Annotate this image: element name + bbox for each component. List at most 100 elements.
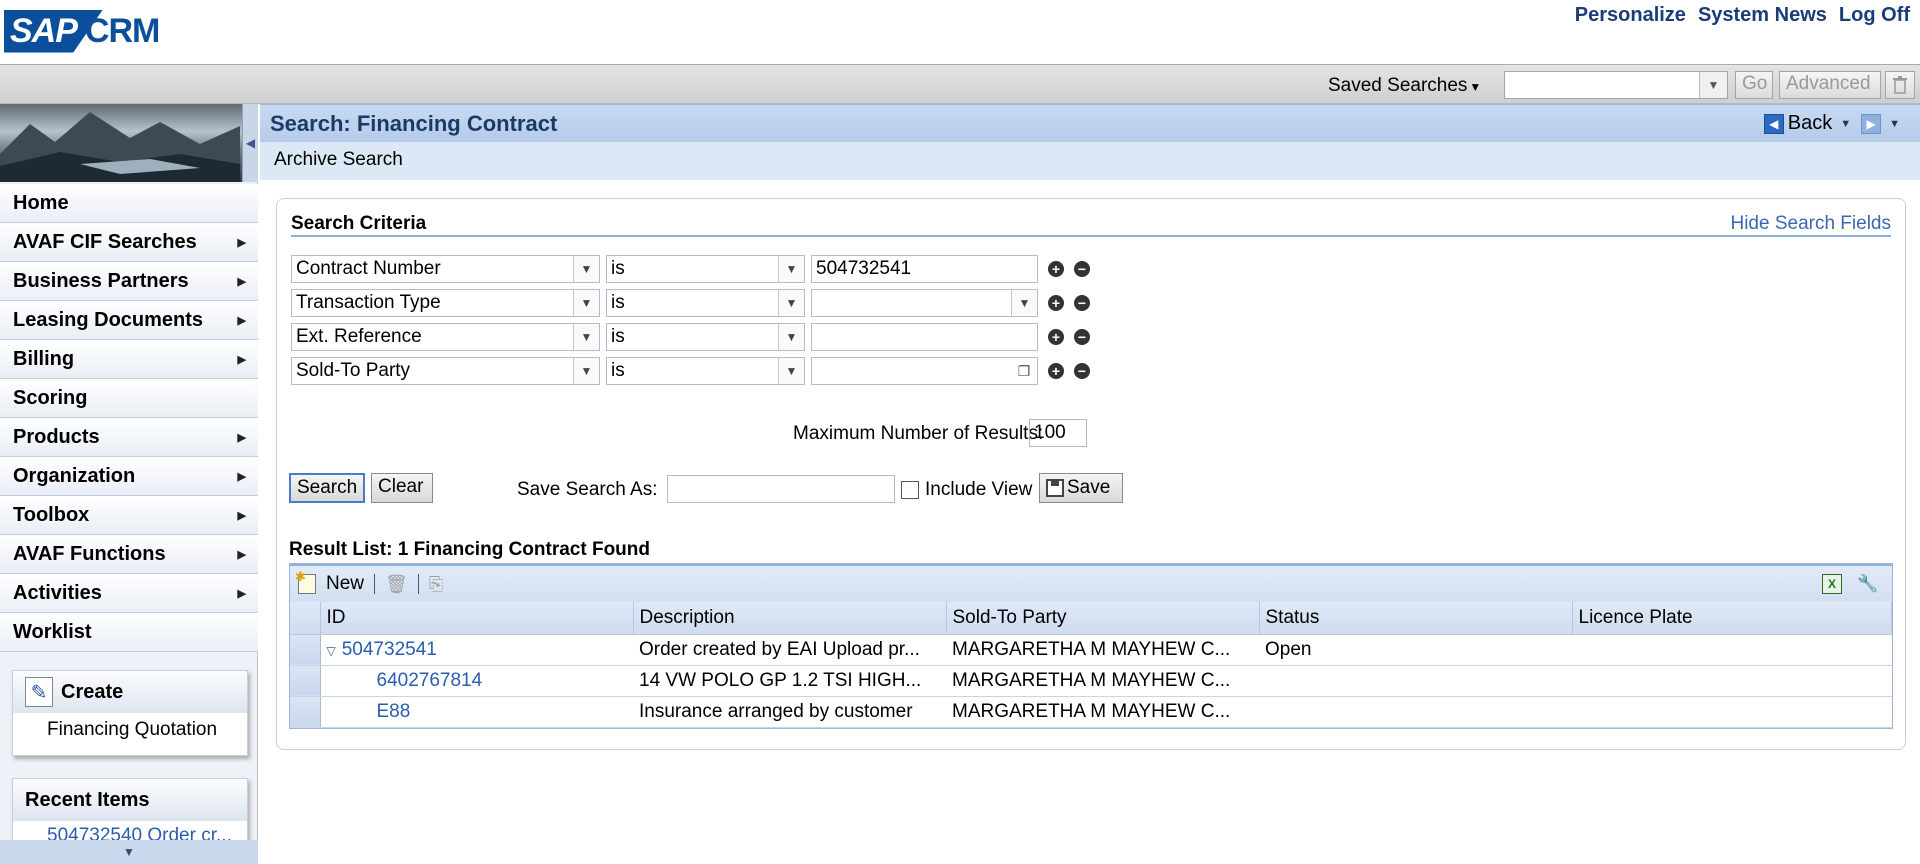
sidebar-item-avaf-cif-searches[interactable]: AVAF CIF Searches ▶ (0, 223, 258, 262)
chevron-down-icon[interactable]: ▼ (778, 358, 804, 384)
criteria-field-select[interactable]: Sold-To Party ▼ (291, 357, 600, 385)
sidebar-item-business-partners[interactable]: Business Partners ▶ (0, 262, 258, 301)
transaction-type-select[interactable]: ▼ (811, 289, 1038, 317)
sold-to-party-input[interactable]: ❐ (811, 357, 1038, 385)
sidebar-item-home[interactable]: Home (0, 184, 258, 223)
criteria-operator-select[interactable]: is ▼ (606, 323, 805, 351)
forward-arrow-icon[interactable]: ▶ (1861, 113, 1882, 134)
criteria-field-select[interactable]: Ext. Reference ▼ (291, 323, 600, 351)
criteria-field-select[interactable]: Contract Number ▼ (291, 255, 600, 283)
search-panel: Search Criteria Hide Search Fields Contr… (276, 198, 1906, 750)
chevron-down-icon[interactable]: ▼ (573, 324, 599, 350)
chevron-down-icon[interactable]: ▼ (778, 290, 804, 316)
chevron-down-icon[interactable]: ▼ (573, 290, 599, 316)
export-excel-icon[interactable]: X (1822, 574, 1842, 594)
select-all-column[interactable] (290, 602, 321, 635)
delete-icon[interactable]: 🗑 (385, 574, 408, 595)
create-financing-quotation-link[interactable]: Financing Quotation (13, 719, 247, 741)
table-row[interactable]: E88 Insurance arranged by customer MARGA… (290, 696, 1892, 728)
sidebar-item-billing[interactable]: Billing ▶ (0, 340, 258, 379)
sidebar-item-scoring[interactable]: Scoring (0, 379, 258, 418)
criteria-field-select[interactable]: Transaction Type ▼ (291, 289, 600, 317)
chevron-down-icon[interactable]: ▼ (1011, 290, 1037, 316)
remove-criteria-icon[interactable]: − (1074, 261, 1090, 277)
back-history-caret-icon[interactable]: ▼ (1840, 118, 1851, 130)
column-header-licence-plate[interactable]: Licence Plate (1572, 602, 1892, 635)
system-news-link[interactable]: System News (1698, 4, 1827, 27)
include-view-checkbox[interactable] (901, 481, 919, 499)
contract-number-input[interactable]: 504732541 (811, 255, 1038, 283)
sidebar-item-activities[interactable]: Activities ▶ (0, 574, 258, 613)
add-criteria-icon[interactable]: + (1048, 329, 1064, 345)
save-search-as-input[interactable] (667, 475, 895, 503)
saved-searches-dropdown[interactable]: ▼ (1504, 71, 1728, 99)
sold-to-party-cell: MARGARETHA M MAYHEW C... (946, 634, 1259, 666)
sidebar-item-products[interactable]: Products ▶ (0, 418, 258, 457)
row-selector[interactable] (290, 665, 321, 697)
add-criteria-icon[interactable]: + (1048, 295, 1064, 311)
back-arrow-icon[interactable]: ◀ (1763, 113, 1784, 134)
sidebar-scroll-down[interactable]: ▼ (0, 840, 258, 864)
new-button[interactable]: New (326, 573, 364, 595)
table-row[interactable]: 6402767814 14 VW POLO GP 1.2 TSI HIGH...… (290, 665, 1892, 697)
criteria-operator-select[interactable]: is ▼ (606, 289, 805, 317)
sidebar-item-label: Billing (13, 347, 75, 370)
floppy-disk-icon (1046, 479, 1064, 497)
criteria-operator-select[interactable]: is ▼ (606, 255, 805, 283)
column-header-description[interactable]: Description (633, 602, 947, 635)
sidebar-item-label: Scoring (13, 386, 88, 409)
id-link[interactable]: 6402767814 (377, 670, 483, 691)
chevron-down-icon[interactable]: ▼ (778, 324, 804, 350)
advanced-button[interactable]: Advanced (1779, 71, 1881, 99)
personalize-link[interactable]: Personalize (1575, 4, 1686, 27)
remove-criteria-icon[interactable]: − (1074, 329, 1090, 345)
save-search-button[interactable]: Save (1039, 473, 1123, 503)
sidebar-item-worklist[interactable]: Worklist (0, 613, 258, 652)
table-row[interactable]: ▽ 504732541 Order created by EAI Upload p… (290, 634, 1892, 666)
search-button[interactable]: Search (289, 473, 365, 503)
global-toolbar: Saved Searches ▼ ▼ Go Advanced (0, 64, 1920, 104)
add-criteria-icon[interactable]: + (1048, 363, 1064, 379)
column-header-sold-to-party[interactable]: Sold-To Party (946, 602, 1260, 635)
column-header-id[interactable]: ID (320, 602, 634, 635)
collapse-sidebar-toggle[interactable]: ◀ (242, 104, 258, 182)
sidebar-item-toolbox[interactable]: Toolbox ▶ (0, 496, 258, 535)
ext-reference-input[interactable] (811, 323, 1038, 351)
chevron-down-icon[interactable]: ▼ (573, 256, 599, 282)
forward-history-caret-icon[interactable]: ▼ (1889, 118, 1900, 130)
saved-searches-menu[interactable]: Saved Searches ▼ (1328, 75, 1481, 97)
criteria-operator-select[interactable]: is ▼ (606, 357, 805, 385)
copy-icon[interactable]: ⎘ (429, 574, 443, 595)
max-results-input[interactable]: 100 (1029, 419, 1087, 447)
hide-search-fields-link[interactable]: Hide Search Fields (1730, 213, 1891, 235)
sidebar-item-organization[interactable]: Organization ▶ (0, 457, 258, 496)
go-button[interactable]: Go (1735, 71, 1773, 99)
criteria-operator-value: is (611, 258, 625, 279)
add-criteria-icon[interactable]: + (1048, 261, 1064, 277)
log-off-link[interactable]: Log Off (1839, 4, 1910, 27)
back-button[interactable]: Back (1788, 112, 1832, 135)
value-help-icon[interactable]: ❐ (1013, 360, 1035, 382)
sidebar-item-leasing-documents[interactable]: Leasing Documents ▶ (0, 301, 258, 340)
new-document-icon[interactable] (295, 569, 316, 594)
remove-criteria-icon[interactable]: − (1074, 363, 1090, 379)
row-selector[interactable] (290, 696, 321, 728)
row-selector[interactable] (290, 634, 321, 666)
chevron-down-icon[interactable]: ▼ (778, 256, 804, 282)
id-link[interactable]: E88 (377, 701, 411, 722)
remove-criteria-icon[interactable]: − (1074, 295, 1090, 311)
column-header-status[interactable]: Status (1259, 602, 1573, 635)
chevron-down-icon[interactable]: ▼ (573, 358, 599, 384)
personalize-wrench-icon[interactable]: 🔧 (1857, 574, 1878, 594)
main-content: Search: Financing Contract ◀ Back ▼ ▶ ▼ … (260, 104, 1920, 864)
sidebar-banner-image: ◀ (0, 104, 258, 182)
chevron-down-icon[interactable]: ▼ (1699, 72, 1727, 98)
delete-saved-search-button[interactable] (1885, 71, 1915, 99)
id-link[interactable]: 504732541 (342, 639, 437, 660)
sap-crm-logo: SAP CRM (4, 8, 160, 54)
chevron-right-icon: ▶ (237, 548, 246, 561)
clear-button[interactable]: Clear (371, 473, 433, 503)
chevron-right-icon: ▶ (237, 587, 246, 600)
expand-triangle-icon[interactable]: ▽ (327, 644, 336, 658)
sidebar-item-avaf-functions[interactable]: AVAF Functions ▶ (0, 535, 258, 574)
